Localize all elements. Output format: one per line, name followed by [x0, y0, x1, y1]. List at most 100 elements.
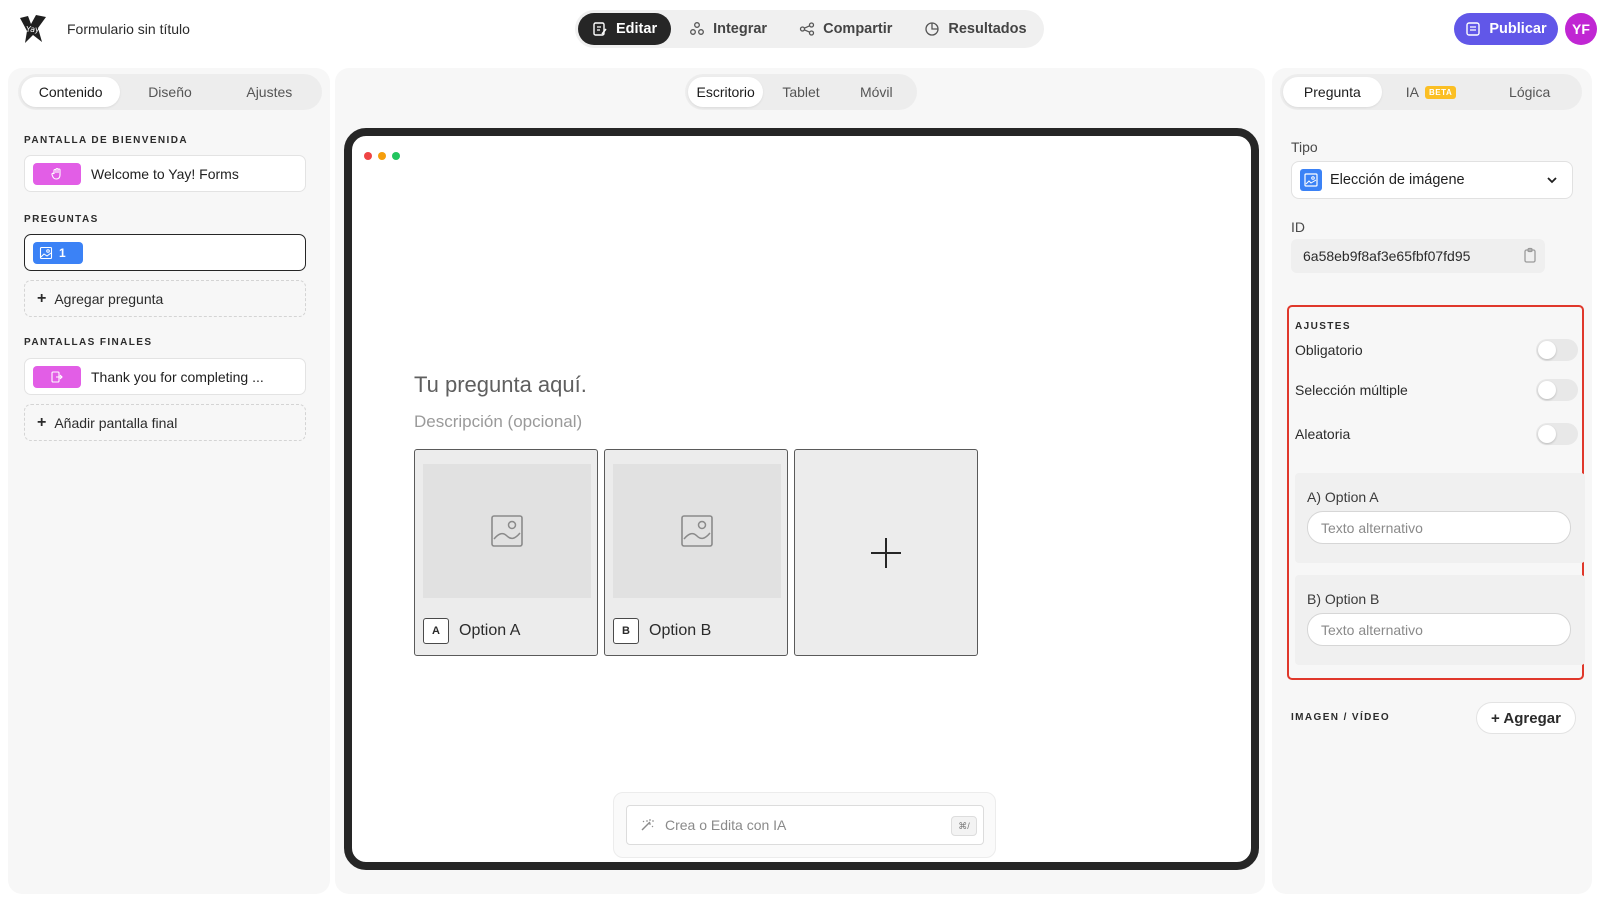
toggle-row-multiple: Selección múltiple	[1295, 379, 1578, 401]
add-ending-button[interactable]: + Añadir pantalla final	[24, 404, 306, 441]
required-toggle[interactable]	[1536, 339, 1578, 361]
ending-item-label: Thank you for completing ...	[91, 368, 264, 385]
option-a-label[interactable]: Option A	[459, 622, 520, 640]
image-placeholder-icon	[681, 515, 713, 547]
left-panel: Contenido Diseño Ajustes PANTALLA DE BIE…	[8, 68, 330, 894]
media-section-title: IMAGEN / VÍDEO	[1291, 712, 1391, 723]
multiple-label: Selección múltiple	[1295, 382, 1408, 398]
tab-ajustes[interactable]: Ajustes	[220, 77, 319, 107]
form-title[interactable]: Formulario sin título	[67, 21, 190, 37]
option-a-label-row: A Option A	[423, 618, 520, 644]
option-b-label-row: B Option B	[613, 618, 711, 644]
image-choice-icon	[1300, 169, 1322, 191]
welcome-item-label: Welcome to Yay! Forms	[91, 165, 239, 182]
add-question-label: Agregar pregunta	[54, 290, 164, 307]
endings-section-title: PANTALLAS FINALES	[24, 337, 153, 348]
image-placeholder-icon	[491, 515, 523, 547]
ai-prompt-box: Crea o Edita con IA ⌘/	[613, 792, 996, 858]
mode-edit-label: Editar	[616, 21, 658, 37]
tab-pregunta[interactable]: Pregunta	[1283, 77, 1382, 107]
random-toggle[interactable]	[1536, 423, 1578, 445]
hand-wave-icon	[51, 167, 61, 180]
option-b-key: B	[613, 618, 639, 644]
green-dot-icon	[392, 152, 400, 160]
multiple-toggle[interactable]	[1536, 379, 1578, 401]
question-type-select[interactable]: Elección de imágene	[1291, 161, 1573, 199]
ai-shortcut-hint: ⌘/	[951, 816, 977, 836]
ending-screen-item[interactable]: Thank you for completing ...	[24, 358, 306, 395]
tab-logica[interactable]: Lógica	[1480, 77, 1579, 107]
settings-section: AJUSTES Obligatorio Selección múltiple A…	[1287, 305, 1585, 680]
exit-door-icon	[51, 370, 63, 383]
publish-button[interactable]: Publicar	[1454, 13, 1558, 45]
left-tabs: Contenido Diseño Ajustes	[18, 74, 322, 110]
ai-prompt-input[interactable]: Crea o Edita con IA ⌘/	[626, 805, 984, 845]
publish-icon	[1466, 22, 1481, 36]
toggle-row-required: Obligatorio	[1295, 339, 1578, 361]
question-chip: 1	[33, 241, 83, 264]
tab-diseno[interactable]: Diseño	[120, 77, 219, 107]
alt-b-input[interactable]: Texto alternativo	[1307, 613, 1571, 646]
alt-a-title: A) Option A	[1307, 489, 1379, 505]
edit-icon	[593, 22, 607, 36]
option-card-a[interactable]: A Option A	[414, 449, 598, 656]
share-icon	[799, 22, 815, 36]
svg-text:Yay: Yay	[26, 25, 40, 34]
clipboard-icon[interactable]	[1522, 247, 1538, 263]
tab-ia[interactable]: IA BETA	[1382, 77, 1481, 107]
ai-prompt-placeholder: Crea o Edita con IA	[665, 817, 787, 833]
settings-title: AJUSTES	[1295, 321, 1351, 332]
mode-results-label: Resultados	[948, 21, 1027, 37]
integrate-icon	[690, 22, 705, 35]
image-choice-icon	[39, 246, 53, 259]
welcome-screen-item[interactable]: Welcome to Yay! Forms	[24, 155, 306, 192]
option-a-image[interactable]	[423, 464, 591, 598]
tab-ia-label: IA	[1405, 84, 1420, 100]
mode-share-label: Compartir	[823, 21, 893, 37]
questions-section-title: PREGUNTAS	[24, 214, 99, 225]
mode-results-button[interactable]: Resultados	[910, 13, 1040, 45]
question-description[interactable]: Descripción (opcional)	[414, 412, 582, 432]
magic-wand-icon	[641, 819, 654, 831]
mode-edit-button[interactable]: Editar	[578, 13, 672, 45]
plus-icon	[871, 537, 901, 568]
question-type-value: Elección de imágene	[1330, 172, 1465, 188]
mode-integrate-button[interactable]: Integrar	[675, 13, 781, 45]
required-label: Obligatorio	[1295, 342, 1363, 358]
welcome-chip	[33, 162, 81, 185]
option-card-b[interactable]: B Option B	[604, 449, 788, 656]
question-title[interactable]: Tu pregunta aquí.	[414, 372, 587, 398]
question-item-1[interactable]: 1	[24, 234, 306, 271]
publish-label: Publicar	[1489, 21, 1547, 37]
ending-chip	[33, 365, 81, 388]
option-b-image[interactable]	[613, 464, 781, 598]
alt-text-block-b: B) Option B Texto alternativo	[1295, 575, 1585, 665]
mode-share-button[interactable]: Compartir	[785, 13, 906, 45]
random-label: Aleatoria	[1295, 426, 1351, 442]
tab-escritorio[interactable]: Escritorio	[688, 77, 764, 107]
add-media-button[interactable]: + Agregar	[1476, 702, 1576, 734]
id-label: ID	[1291, 219, 1305, 235]
user-avatar[interactable]: YF	[1565, 13, 1597, 45]
welcome-section-title: PANTALLA DE BIENVENIDA	[24, 135, 188, 146]
question-id-field[interactable]: 6a58eb9f8af3e65fbf07fd95	[1291, 239, 1545, 273]
tab-tablet[interactable]: Tablet	[763, 77, 838, 107]
tab-contenido[interactable]: Contenido	[21, 77, 121, 107]
option-b-label[interactable]: Option B	[649, 622, 711, 640]
alt-a-input[interactable]: Texto alternativo	[1307, 511, 1571, 544]
preview-device-frame: Tu pregunta aquí. Descripción (opcional)…	[344, 128, 1259, 870]
beta-badge: BETA	[1425, 85, 1457, 99]
question-number: 1	[59, 245, 66, 260]
yellow-dot-icon	[378, 152, 386, 160]
red-dot-icon	[364, 152, 372, 160]
add-option-card[interactable]	[794, 449, 978, 656]
plus-icon: +	[37, 289, 47, 307]
add-question-button[interactable]: + Agregar pregunta	[24, 280, 306, 317]
yay-logo-icon[interactable]: Yay	[16, 12, 50, 46]
mode-integrate-label: Integrar	[713, 21, 768, 37]
add-ending-label: Añadir pantalla final	[54, 414, 178, 431]
chevron-down-icon	[1547, 177, 1557, 184]
plus-icon: +	[37, 413, 47, 431]
tab-movil[interactable]: Móvil	[839, 77, 914, 107]
results-icon	[925, 22, 940, 36]
